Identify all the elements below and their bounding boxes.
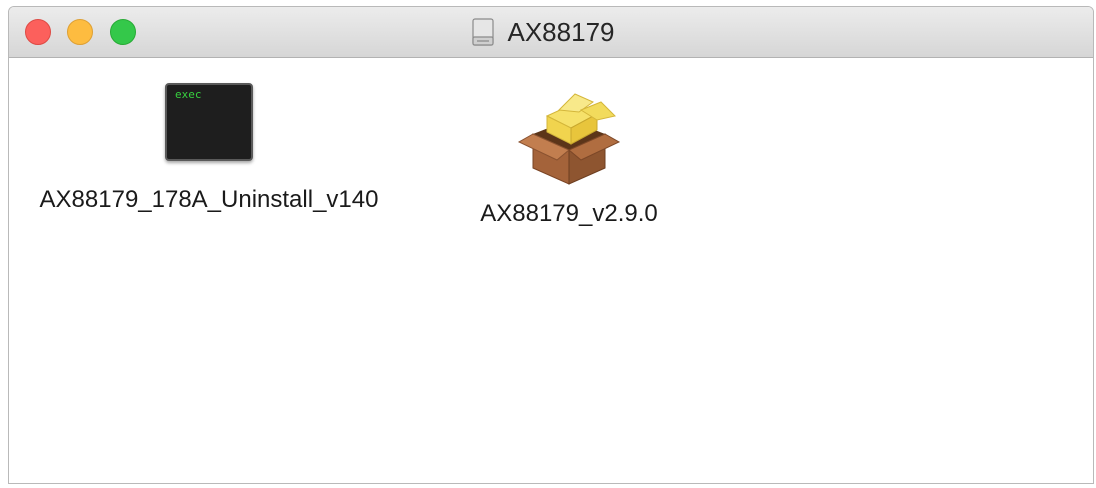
exec-icon[interactable]: exec bbox=[165, 83, 253, 161]
folder-content: exec AX88179_178A_Uninstall_v140 AX88179… bbox=[9, 58, 1093, 483]
title-bar[interactable]: AX88179 bbox=[9, 7, 1093, 58]
package-icon[interactable] bbox=[517, 90, 621, 186]
file-item-uninstall[interactable]: exec AX88179_178A_Uninstall_v140 bbox=[29, 83, 389, 216]
file-item-package[interactable]: AX88179_v2.9.0 bbox=[449, 90, 689, 230]
file-name[interactable]: AX88179_v2.9.0 bbox=[480, 198, 657, 230]
window-title-group: AX88179 bbox=[9, 7, 1093, 57]
file-name[interactable]: AX88179_178A_Uninstall_v140 bbox=[29, 184, 389, 216]
drive-icon bbox=[471, 18, 494, 46]
window-title: AX88179 bbox=[507, 16, 615, 47]
exec-icon-label: exec bbox=[175, 88, 202, 101]
finder-window: AX88179 exec AX88179_178A_Uninstall_v140 bbox=[8, 6, 1094, 484]
